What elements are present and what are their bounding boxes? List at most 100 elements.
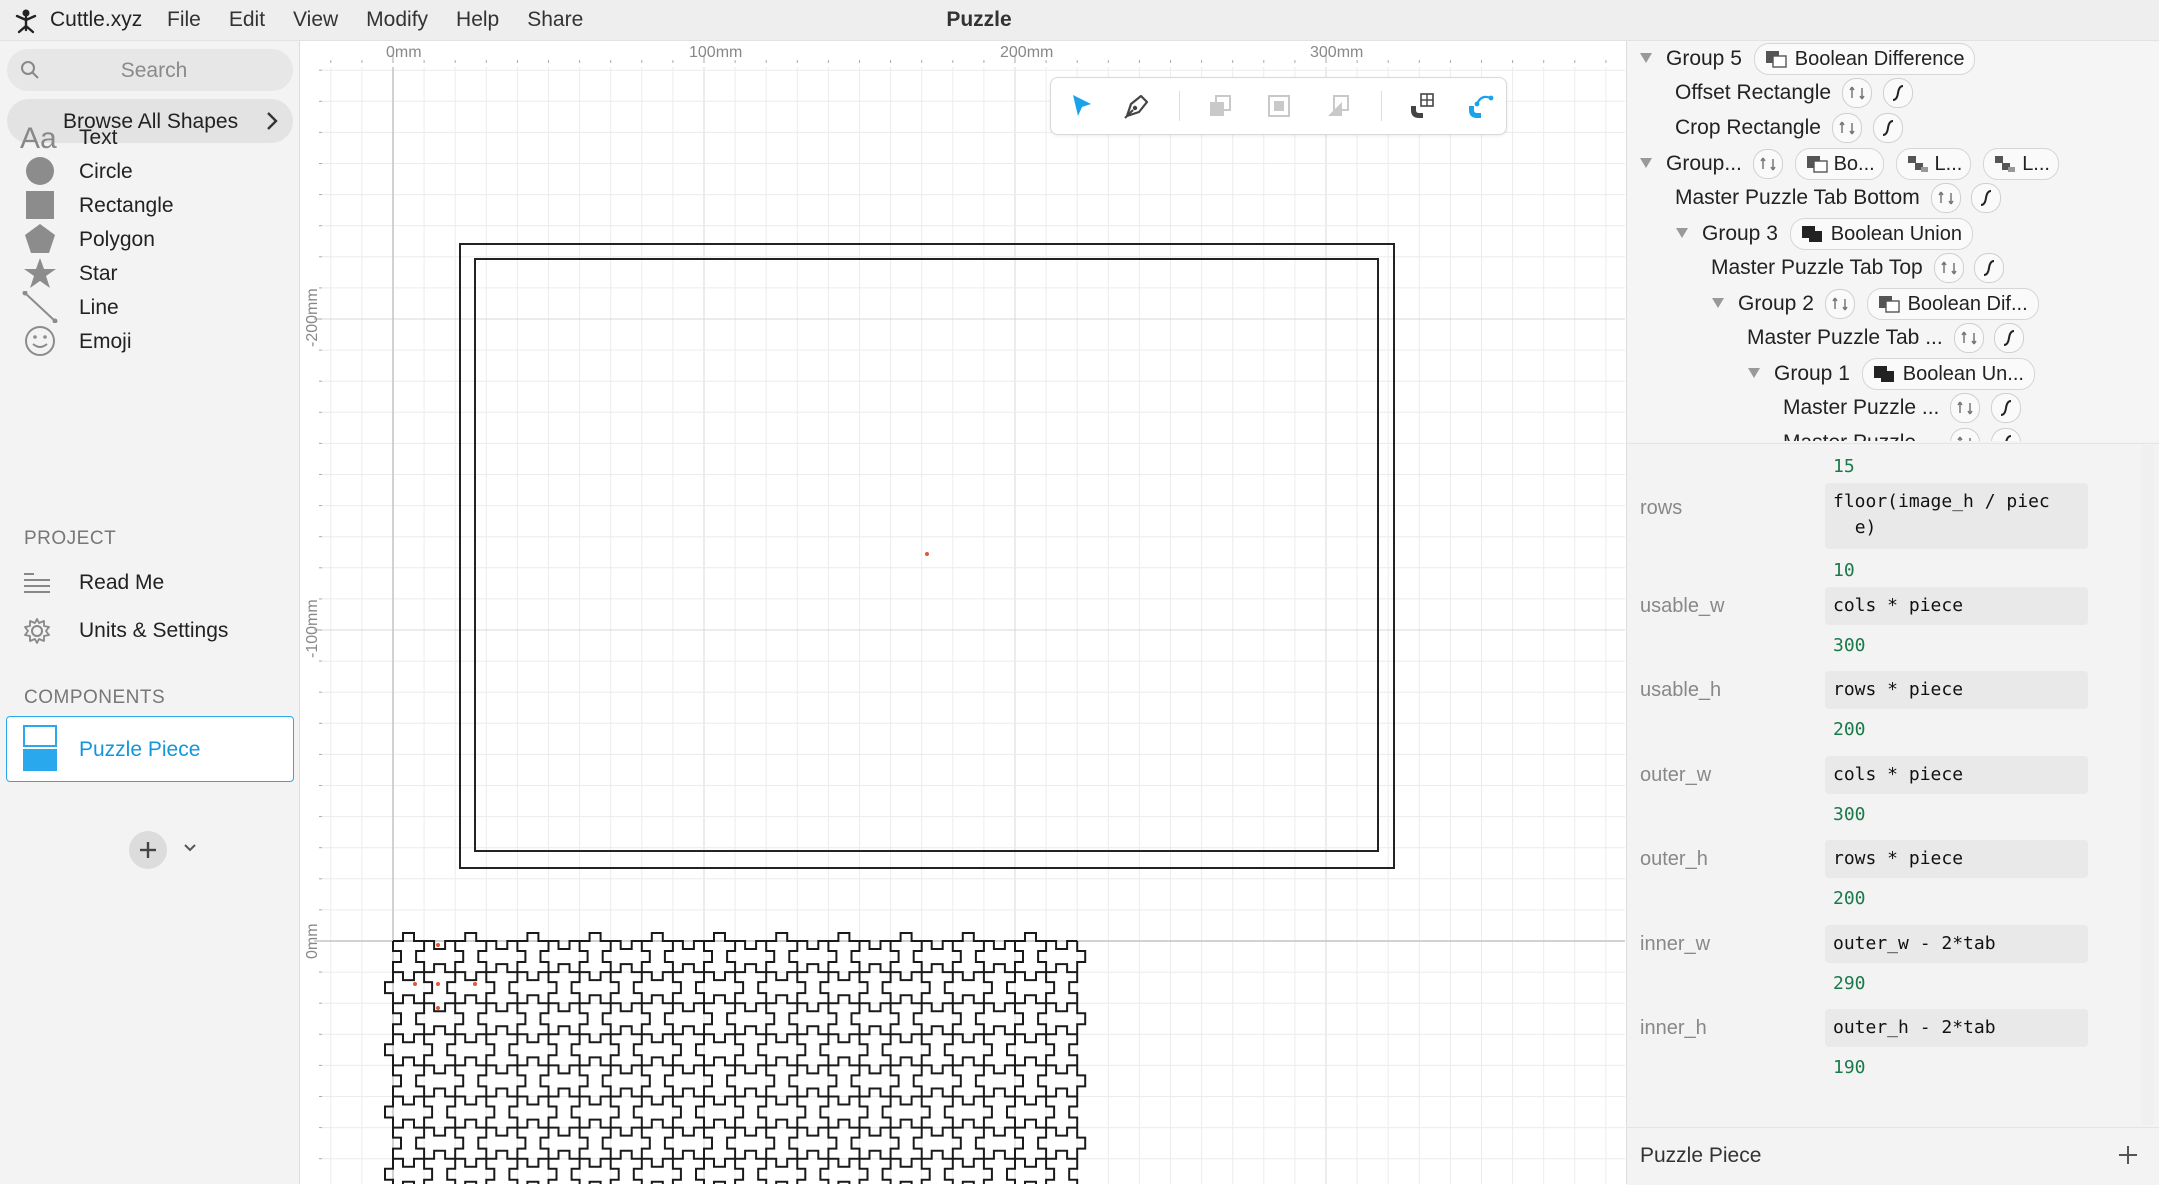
curve-button[interactable]: [1974, 253, 2005, 283]
tree-row-master-puzzle-tab-bottom[interactable]: Master Puzzle Tab Bottom: [1675, 183, 2002, 218]
project-item-read-me[interactable]: Read Me: [0, 560, 299, 604]
shape-label: Polygon: [79, 228, 155, 251]
collapse-triangle-icon[interactable]: [1675, 226, 1689, 240]
layout-chip[interactable]: L...: [1895, 148, 1972, 180]
collapse-triangle-icon[interactable]: [1747, 366, 1761, 380]
transform-button[interactable]: [1933, 253, 1964, 283]
boolean-chip[interactable]: Bo...: [1794, 148, 1884, 180]
param-expression-input[interactable]: cols * piece: [1825, 756, 2088, 794]
transform-button[interactable]: [1824, 289, 1855, 319]
snap-grid-icon[interactable]: [1405, 90, 1437, 122]
param-expression-input[interactable]: outer_h - 2*tab: [1825, 1009, 2088, 1047]
design-canvas[interactable]: 0mm 100mm 200mm 300mm -200mm -100mm 0mm: [300, 41, 1625, 1184]
transform-button[interactable]: [1930, 183, 1961, 213]
boolean-difference-chip[interactable]: Boolean Dif...: [1866, 288, 2039, 320]
curve-button[interactable]: [1994, 323, 2025, 353]
tree-row-master-puzzle-b[interactable]: Master Puzzle ...: [1783, 428, 2022, 441]
param-expression-input[interactable]: rows * piece: [1825, 840, 2088, 878]
boolean-difference-icon: [1878, 296, 1900, 313]
tree-row-crop-rectangle[interactable]: Crop Rectangle: [1675, 113, 1903, 148]
boolean-union-chip[interactable]: Boolean Un...: [1861, 358, 2035, 390]
shape-item-emoji[interactable]: Emoji: [0, 319, 299, 363]
canvas-drawing[interactable]: [300, 41, 1625, 1184]
canvas-grid: [322, 67, 1625, 1184]
shape-label: Text: [79, 126, 118, 149]
tree-row-master-puzzle-tab[interactable]: Master Puzzle Tab ...: [1747, 323, 2025, 358]
pen-tool-icon[interactable]: [1121, 90, 1153, 122]
param-value: 200: [1833, 719, 1866, 740]
boolean-union-icon: [1801, 226, 1822, 242]
add-component-button[interactable]: [129, 831, 167, 869]
tree-row-group-3[interactable]: Group 3 Boolean Union: [1675, 218, 1973, 253]
layout-icon: [1907, 156, 1928, 172]
param-expression-input[interactable]: floor(image_h / piec e): [1825, 483, 2088, 549]
tree-row-group-1[interactable]: Group 1 Boolean Un...: [1747, 358, 2035, 393]
curve-button[interactable]: [1991, 428, 2022, 441]
send-back-icon[interactable]: [1322, 90, 1354, 122]
curve-icon: [1981, 190, 1992, 206]
snap-curve-icon[interactable]: [1463, 90, 1495, 122]
param-expression-input[interactable]: outer_w - 2*tab: [1825, 925, 2088, 963]
ruler-x-label: 200mm: [1000, 44, 1054, 61]
component-puzzle-piece[interactable]: Puzzle Piece: [6, 716, 294, 782]
param-name: usable_h: [1640, 679, 1722, 701]
transform-button[interactable]: [1752, 149, 1783, 179]
tree-item-name: Crop Rectangle: [1675, 116, 1821, 139]
param-value: 190: [1833, 1057, 1866, 1078]
tree-row-master-puzzle-tab-top[interactable]: Master Puzzle Tab Top: [1711, 253, 2005, 288]
param-value: 15: [1833, 456, 1855, 477]
param-expression-input[interactable]: rows * piece: [1825, 671, 2088, 709]
param-expression-input[interactable]: cols * piece: [1825, 587, 2088, 625]
chevron-down-icon[interactable]: [182, 842, 198, 854]
ruler-x-label: 0mm: [386, 44, 422, 61]
transform-icon: [1960, 331, 1977, 345]
param-name: outer_h: [1640, 848, 1708, 870]
add-parameter-plus-icon[interactable]: [2118, 1145, 2138, 1165]
tree-row-master-puzzle-a[interactable]: Master Puzzle ...: [1783, 393, 2022, 428]
params-scrollbar[interactable]: [2142, 445, 2154, 1125]
panel-divider[interactable]: [1627, 443, 2159, 444]
tree-row-group-4[interactable]: Group... Bo... L... L...: [1639, 148, 2059, 183]
param-name: inner_w: [1640, 933, 1711, 955]
transform-button[interactable]: [1950, 428, 1981, 441]
transform-icon: [1937, 191, 1954, 205]
shape-label: Circle: [79, 160, 133, 183]
select-tool-icon[interactable]: [1065, 90, 1097, 122]
boolean-difference-icon: [1765, 51, 1787, 68]
right-panel: Group 5 Boolean Difference Offset Rectan…: [1626, 41, 2159, 1185]
layout-chip[interactable]: L...: [1983, 148, 2059, 180]
transform-button[interactable]: [1841, 78, 1872, 108]
collapse-triangle-icon[interactable]: [1639, 156, 1653, 170]
document-title[interactable]: Puzzle: [0, 8, 1958, 32]
curve-button[interactable]: [1991, 393, 2022, 423]
transform-icon: [1839, 121, 1855, 135]
tree-row-offset-rectangle[interactable]: Offset Rectangle: [1675, 78, 1913, 113]
shape-label: Line: [79, 296, 119, 319]
chip-label: Bo...: [1833, 153, 1875, 175]
curve-button[interactable]: [1872, 113, 1903, 143]
transform-button[interactable]: [1953, 323, 1984, 353]
chip-label: L...: [2022, 153, 2050, 175]
bring-front-icon[interactable]: [1204, 90, 1236, 122]
transform-icon: [1760, 157, 1776, 171]
chip-label: Boolean Dif...: [1907, 293, 2028, 315]
tree-row-group-2[interactable]: Group 2 Boolean Dif...: [1711, 288, 2039, 323]
collapse-triangle-icon[interactable]: [1711, 296, 1725, 310]
chip-label: Boolean Union: [1830, 223, 1962, 245]
curve-button[interactable]: [1882, 78, 1913, 108]
chip-label: Boolean Difference: [1794, 48, 1965, 70]
search-box[interactable]: [7, 49, 293, 91]
transform-button[interactable]: [1950, 393, 1981, 423]
boolean-union-icon: [1873, 366, 1894, 382]
project-item-units-settings[interactable]: Units & Settings: [0, 608, 299, 652]
arrange-icon[interactable]: [1263, 90, 1295, 122]
transform-button[interactable]: [1831, 113, 1862, 143]
tree-row-group-5[interactable]: Group 5 Boolean Difference: [1639, 43, 1976, 78]
boolean-union-chip[interactable]: Boolean Union: [1789, 218, 1973, 250]
collapse-triangle-icon[interactable]: [1639, 51, 1653, 65]
curve-button[interactable]: [1971, 183, 2002, 213]
param-value: 300: [1833, 804, 1866, 825]
boolean-difference-chip[interactable]: Boolean Difference: [1753, 43, 1976, 75]
search-input[interactable]: [47, 55, 261, 87]
transform-icon: [1957, 401, 1973, 415]
